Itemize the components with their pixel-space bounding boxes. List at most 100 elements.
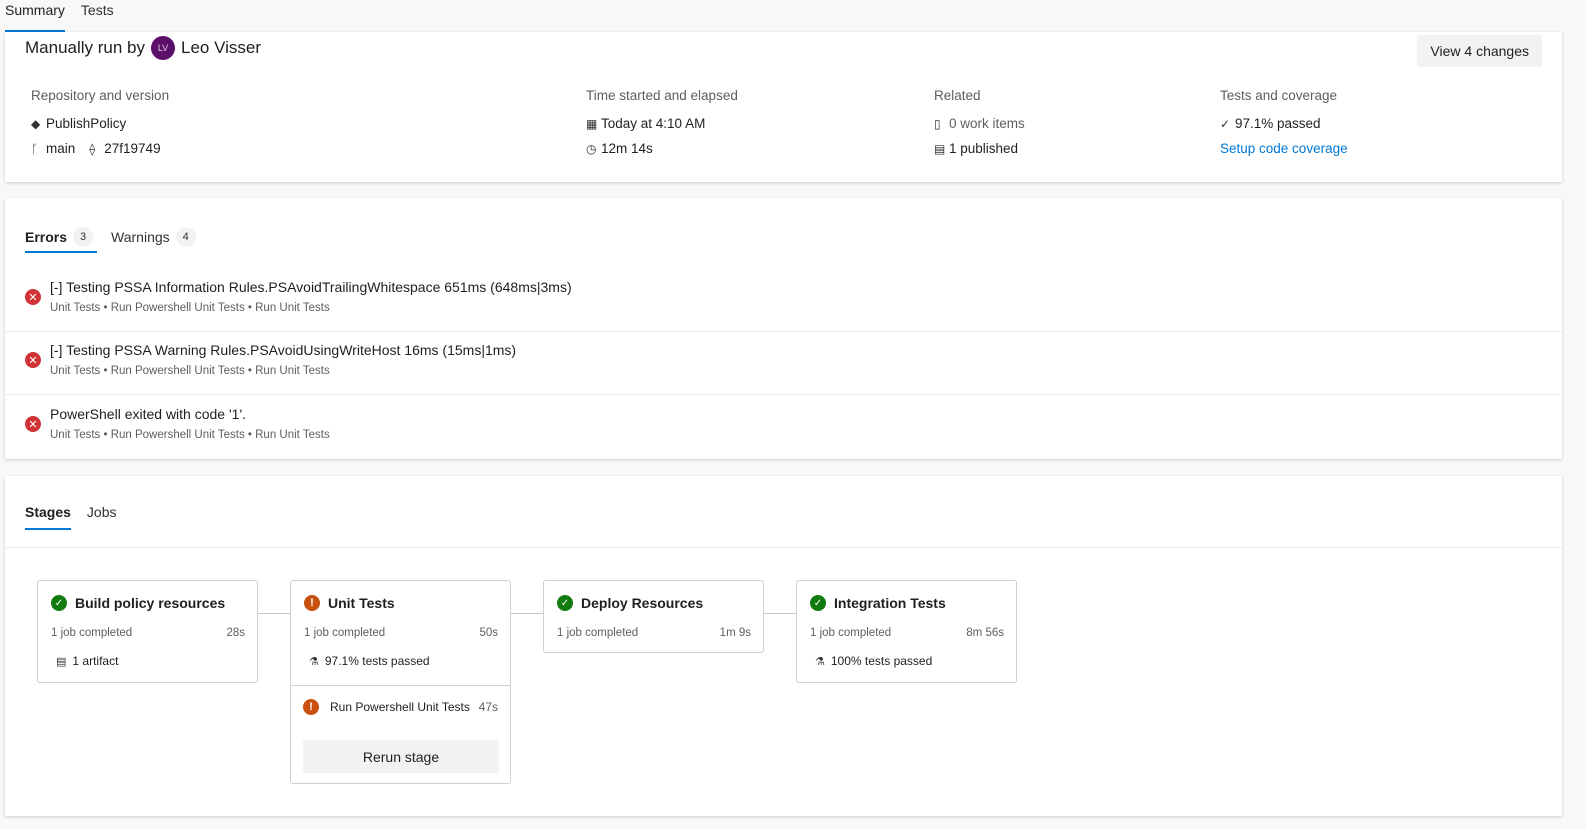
elapsed-time: 12m 14s	[601, 141, 653, 156]
artifact-icon: ▤	[934, 141, 946, 156]
success-icon: ✓	[810, 595, 826, 611]
repository-name-row[interactable]: ◆ PublishPolicy	[31, 111, 169, 136]
clock-icon: ◷	[586, 141, 597, 156]
run-summary-card: Manually run by LV Leo Visser View 4 cha…	[5, 32, 1562, 182]
started-time: Today at 4:10 AM	[601, 116, 706, 131]
error-icon: ✕	[25, 352, 41, 368]
error-row[interactable]: ✕ [-] Testing PSSA Information Rules.PSA…	[5, 269, 1562, 332]
error-path: Unit Tests • Run Powershell Unit Tests •…	[50, 365, 330, 377]
warnings-tab-label: Warnings	[111, 229, 170, 245]
related-section: Related ▯ 0 work items ▤ 1 published	[934, 88, 1025, 161]
commit-id[interactable]: 27f19749	[104, 141, 160, 156]
error-title: PowerShell exited with code '1'.	[50, 406, 247, 422]
beaker-icon: ⚗	[815, 655, 825, 668]
stage-name: Deploy Resources	[581, 595, 704, 611]
clipboard-icon: ▯	[934, 116, 941, 131]
error-row[interactable]: ✕ [-] Testing PSSA Warning Rules.PSAvoid…	[5, 332, 1562, 395]
work-items: 0 work items	[949, 116, 1025, 131]
top-tab-bar: Summary Tests	[0, 0, 122, 32]
tests-section: Tests and coverage ✓ 97.1% passed Setup …	[1220, 88, 1348, 161]
issues-card: Errors 3 Warnings 4 ✕ [-] Testing PSSA I…	[5, 198, 1562, 459]
calendar-icon: ▦	[586, 116, 598, 131]
stage-extra-label: 97.1% tests passed	[324, 654, 430, 668]
error-path: Unit Tests • Run Powershell Unit Tests •…	[50, 429, 330, 441]
stage-deploy-resources[interactable]: ✓ Deploy Resources 1 job completed 1m 9s	[543, 580, 764, 653]
error-path: Unit Tests • Run Powershell Unit Tests •…	[50, 302, 330, 314]
stages-tab-bar: Stages Jobs	[25, 498, 133, 530]
work-items-row: ▯ 0 work items	[934, 111, 1025, 136]
stage-duration: 8m 56s	[966, 627, 1004, 639]
branch-commit-row: ᚴ main ⟠ 27f19749	[31, 136, 169, 161]
error-icon: ✕	[25, 289, 41, 305]
elapsed-row: ◷ 12m 14s	[586, 136, 738, 161]
stage-jobs-status: 1 job completed	[51, 627, 133, 639]
view-changes-button[interactable]: View 4 changes	[1417, 35, 1542, 67]
repo-icon: ◆	[31, 116, 41, 131]
job-row: ! Run Powershell Unit Tests 47s Rerun st…	[291, 685, 510, 784]
avatar[interactable]: LV	[151, 36, 176, 60]
repository-name[interactable]: PublishPolicy	[46, 116, 126, 131]
stage-name: Integration Tests	[834, 595, 946, 611]
error-row[interactable]: ✕ PowerShell exited with code '1'. Unit …	[5, 396, 1562, 459]
tab-warnings[interactable]: Warnings 4	[111, 222, 200, 252]
error-title: [-] Testing PSSA Information Rules.PSAvo…	[50, 279, 572, 295]
warning-icon: !	[303, 699, 319, 715]
branch-icon: ᚴ	[31, 141, 39, 156]
stage-unit-tests[interactable]: ! Unit Tests 1 job completed 50s ⚗ 97.1%…	[290, 580, 511, 784]
stage-jobs-status: 1 job completed	[304, 627, 386, 639]
errors-count-badge: 3	[73, 227, 94, 247]
stage-extra-label: 1 artifact	[72, 654, 119, 668]
time-heading: Time started and elapsed	[586, 88, 738, 103]
stage-tests-result[interactable]: ⚗ 97.1% tests passed	[309, 654, 430, 668]
tests-passed[interactable]: 97.1% passed	[1235, 116, 1321, 131]
stage-extra-label: 100% tests passed	[830, 654, 933, 668]
run-by-label: Manually run by	[25, 38, 146, 57]
published-row[interactable]: ▤ 1 published	[934, 136, 1025, 161]
tab-errors[interactable]: Errors 3	[25, 222, 98, 253]
stage-jobs-status: 1 job completed	[557, 627, 639, 639]
stage-artifacts[interactable]: ▤ 1 artifact	[56, 654, 118, 668]
tab-summary[interactable]: Summary	[0, 0, 73, 32]
warnings-count-badge: 4	[175, 227, 196, 247]
tab-stages[interactable]: Stages	[25, 498, 71, 530]
coverage-row: Setup code coverage	[1220, 136, 1348, 161]
user-name[interactable]: Leo Visser	[181, 38, 261, 58]
success-icon: ✓	[557, 595, 573, 611]
errors-tab-label: Errors	[25, 229, 68, 245]
stage-connector	[511, 613, 543, 614]
stage-connector	[258, 613, 290, 614]
started-row: ▦ Today at 4:10 AM	[586, 111, 738, 136]
stage-duration: 28s	[226, 627, 245, 639]
artifact-icon: ▤	[56, 655, 67, 668]
related-heading: Related	[934, 88, 981, 103]
run-by: Manually run by LV Leo Visser	[25, 36, 261, 60]
success-icon: ✓	[51, 595, 67, 611]
tab-jobs[interactable]: Jobs	[87, 498, 117, 530]
divider	[5, 547, 1562, 548]
stage-name: Unit Tests	[328, 595, 395, 611]
error-icon: ✕	[25, 416, 41, 432]
tab-tests[interactable]: Tests	[73, 0, 122, 32]
setup-coverage-link[interactable]: Setup code coverage	[1220, 141, 1348, 156]
stage-tests-result[interactable]: ⚗ 100% tests passed	[815, 654, 932, 668]
beaker-icon: ⚗	[309, 655, 319, 668]
stage-duration: 1m 9s	[719, 627, 751, 639]
rerun-stage-button[interactable]: Rerun stage	[303, 740, 499, 773]
error-title: [-] Testing PSSA Warning Rules.PSAvoidUs…	[50, 342, 517, 358]
stage-duration: 50s	[479, 627, 498, 639]
branch-name[interactable]: main	[46, 141, 75, 156]
job-duration: 47s	[478, 700, 498, 714]
stage-connector	[764, 613, 796, 614]
stage-integration-tests[interactable]: ✓ Integration Tests 1 job completed 8m 5…	[796, 580, 1017, 683]
stage-build-policy-resources[interactable]: ✓ Build policy resources 1 job completed…	[37, 580, 258, 683]
check-circle-icon: ✓	[1220, 116, 1231, 131]
stage-header: ✓ Build policy resources	[51, 595, 225, 611]
commit-icon: ⟠	[89, 141, 96, 156]
job-name[interactable]: Run Powershell Unit Tests	[330, 700, 470, 714]
repository-heading: Repository and version	[31, 88, 170, 103]
published-artifacts[interactable]: 1 published	[949, 141, 1018, 156]
tests-passed-row[interactable]: ✓ 97.1% passed	[1220, 111, 1348, 136]
repository-section: Repository and version ◆ PublishPolicy ᚴ…	[31, 88, 169, 161]
stages-card: Stages Jobs ✓ Build policy resources 1 j…	[5, 476, 1562, 816]
tests-heading: Tests and coverage	[1220, 88, 1338, 103]
